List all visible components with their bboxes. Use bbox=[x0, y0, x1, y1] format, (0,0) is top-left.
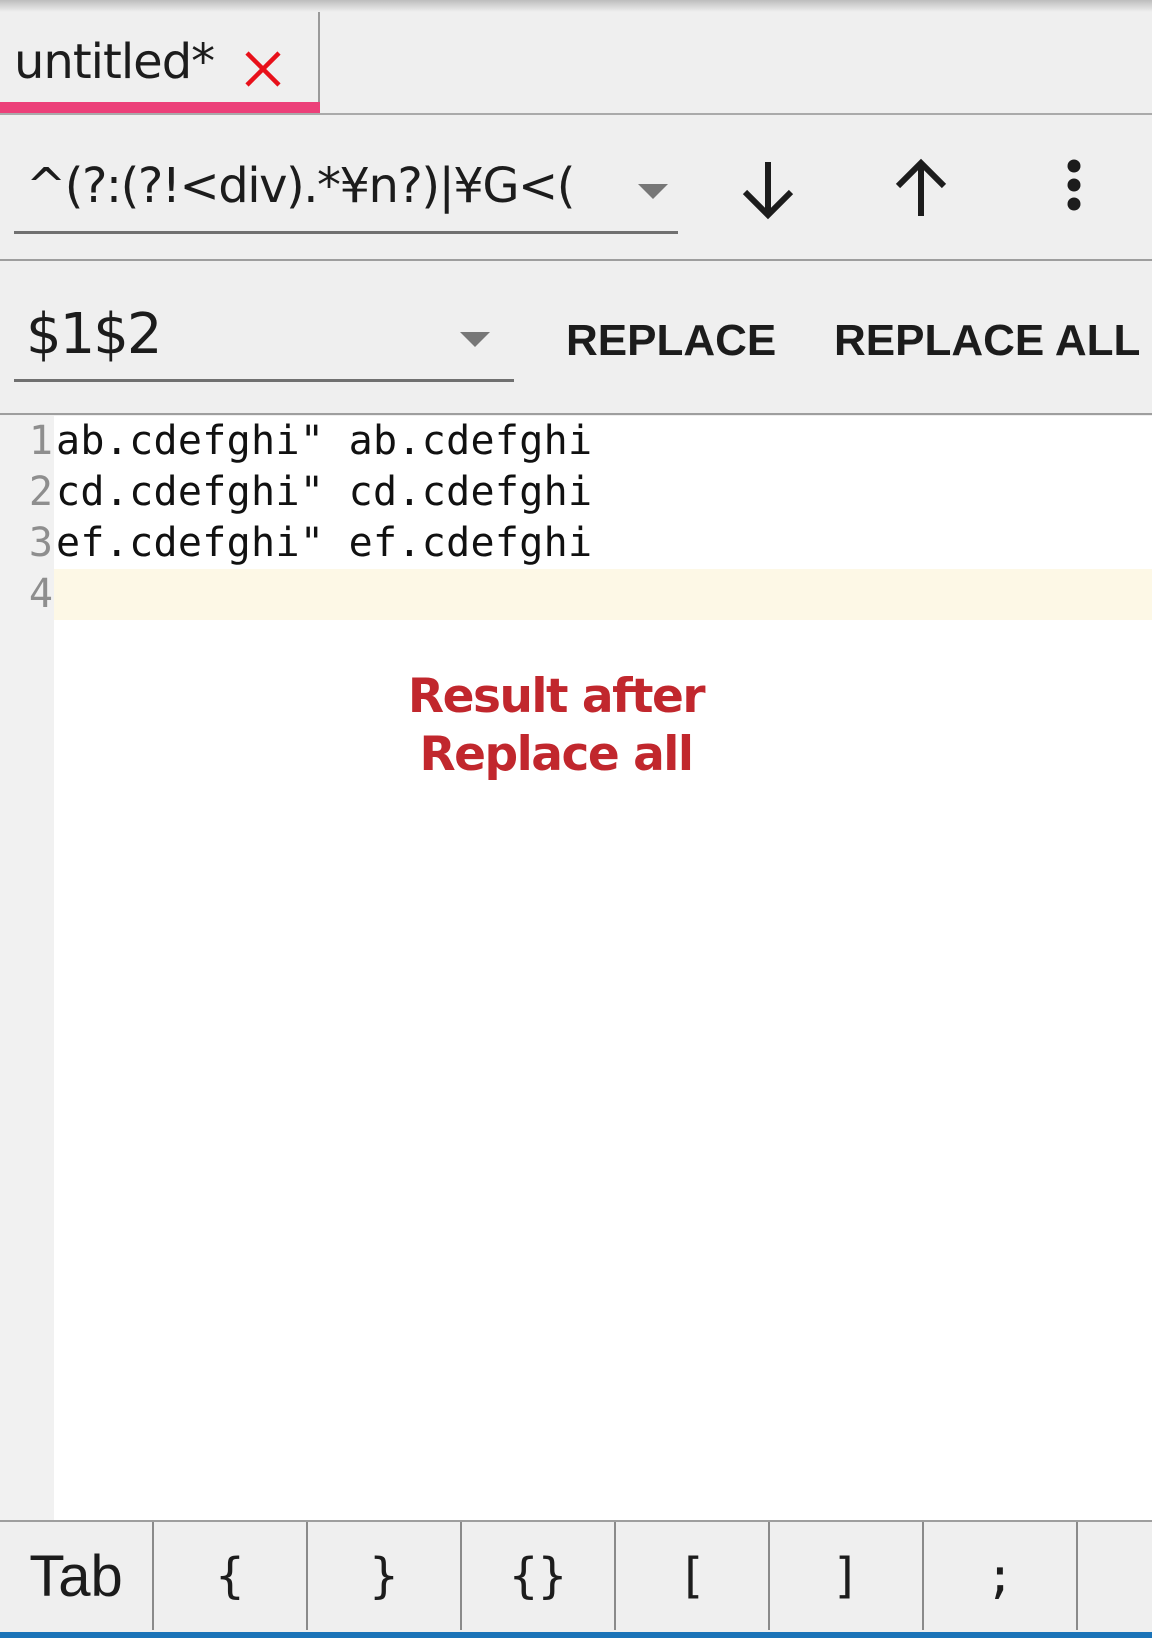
line-number: 2 bbox=[28, 469, 53, 515]
code-editor[interactable]: 1 ab.cdefghi" ab.cdefghi 2 cd.cdefghi" c… bbox=[0, 416, 1152, 1520]
divider bbox=[0, 413, 1152, 415]
replace-row: $1$2 REPLACE REPLACE ALL bbox=[0, 262, 1152, 414]
find-previous-button[interactable] bbox=[886, 154, 956, 224]
editor-line-current[interactable]: 4 bbox=[0, 569, 1152, 620]
arrow-down-icon bbox=[742, 162, 794, 220]
editor-line[interactable]: 1 ab.cdefghi" ab.cdefghi bbox=[0, 416, 1152, 467]
line-number: 1 bbox=[28, 418, 53, 464]
annotation-line: Result after bbox=[407, 669, 706, 724]
editor-line[interactable]: 3 ef.cdefghi" ef.cdefghi bbox=[0, 518, 1152, 569]
divider bbox=[0, 259, 1152, 261]
line-number: 3 bbox=[28, 520, 53, 566]
keyboard-top-edge bbox=[0, 1632, 1152, 1638]
search-row: ^(?:(?!<div).*¥n?)|¥G<( bbox=[0, 116, 1152, 260]
arrow-up-icon bbox=[895, 158, 947, 216]
annotation-label: Result after Replace all bbox=[380, 668, 732, 784]
more-vertical-icon bbox=[1067, 159, 1081, 211]
find-next-button[interactable] bbox=[733, 154, 803, 224]
divider bbox=[0, 113, 1152, 115]
search-input-value: ^(?:(?!<div).*¥n?)|¥G<( bbox=[26, 158, 575, 214]
annotation-line: Replace all bbox=[419, 727, 694, 782]
symbol-key-bar: Tab { } {} [ ] ; bbox=[0, 1520, 1152, 1632]
tab-untitled[interactable]: untitled* bbox=[0, 12, 320, 114]
line-text: ab.cdefghi" ab.cdefghi bbox=[56, 418, 593, 464]
key-open-bracket[interactable]: [ bbox=[616, 1522, 770, 1630]
more-options-button[interactable] bbox=[1039, 154, 1109, 224]
key-brace-pair[interactable]: {} bbox=[462, 1522, 616, 1630]
line-number: 4 bbox=[28, 571, 53, 617]
replace-input[interactable]: $1$2 bbox=[14, 282, 514, 382]
line-text: cd.cdefghi" cd.cdefghi bbox=[56, 469, 593, 515]
key-semicolon[interactable]: ; bbox=[924, 1522, 1078, 1630]
key-tab[interactable]: Tab bbox=[0, 1522, 154, 1630]
tab-title: untitled* bbox=[14, 34, 215, 90]
dropdown-triangle-icon[interactable] bbox=[638, 184, 668, 199]
search-input[interactable]: ^(?:(?!<div).*¥n?)|¥G<( bbox=[14, 146, 678, 234]
replace-all-button[interactable]: REPLACE ALL bbox=[834, 316, 1140, 366]
key-more[interactable] bbox=[1078, 1522, 1152, 1630]
key-close-brace[interactable]: } bbox=[308, 1522, 462, 1630]
editor-line[interactable]: 2 cd.cdefghi" cd.cdefghi bbox=[0, 467, 1152, 518]
dropdown-triangle-icon[interactable] bbox=[460, 332, 490, 347]
replace-button[interactable]: REPLACE bbox=[566, 316, 776, 366]
tab-bar: untitled* bbox=[0, 0, 1152, 114]
key-open-brace[interactable]: { bbox=[154, 1522, 308, 1630]
current-line-highlight bbox=[54, 569, 1152, 620]
line-text: ef.cdefghi" ef.cdefghi bbox=[56, 520, 593, 566]
replace-input-value: $1$2 bbox=[26, 302, 163, 367]
key-close-bracket[interactable]: ] bbox=[770, 1522, 924, 1630]
close-x-icon[interactable] bbox=[244, 50, 282, 88]
